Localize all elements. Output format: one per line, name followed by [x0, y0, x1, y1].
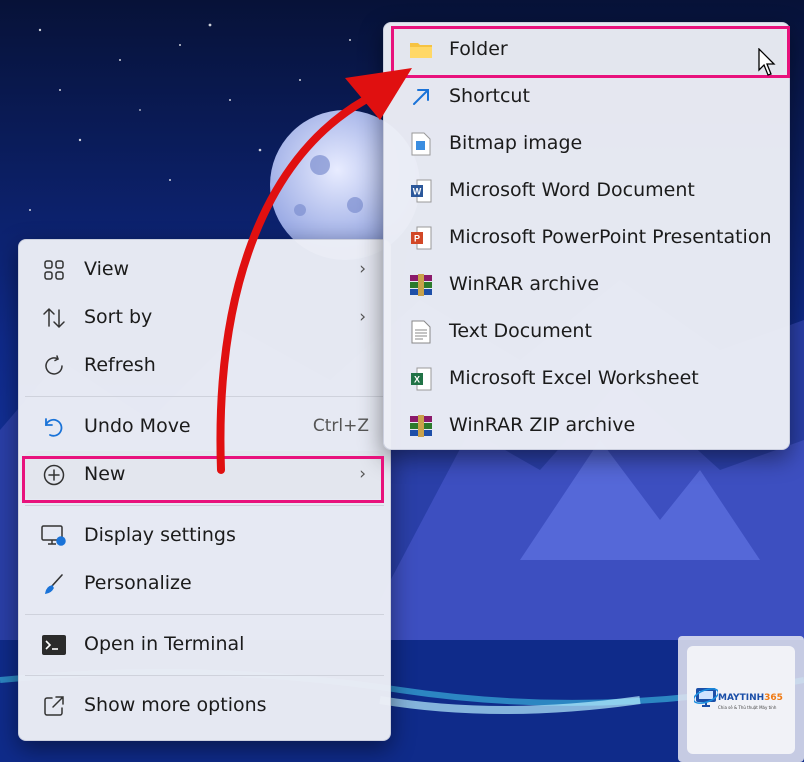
submenu-item-label: Text Document	[449, 320, 592, 342]
grid-icon	[41, 258, 67, 282]
refresh-icon	[41, 354, 67, 378]
shortcut-arrow-icon	[408, 85, 434, 109]
brush-icon	[41, 572, 67, 596]
submenu-item-excel-worksheet[interactable]: X Microsoft Excel Worksheet	[390, 356, 783, 403]
menu-item-label: Personalize	[84, 572, 192, 594]
submenu-item-label: Microsoft PowerPoint Presentation	[449, 226, 772, 248]
submenu-item-shortcut[interactable]: Shortcut	[390, 74, 783, 121]
mouse-cursor-icon	[758, 48, 776, 76]
menu-item-refresh[interactable]: Refresh	[25, 342, 384, 390]
menu-item-open-in-terminal[interactable]: Open in Terminal	[25, 621, 384, 669]
menu-item-display-settings[interactable]: Display settings	[25, 512, 384, 560]
maytinh365-watermark-logo: MAYTINH365 Chia sẻ & Thủ thuật Máy tính	[678, 636, 804, 762]
submenu-item-label: Microsoft Excel Worksheet	[449, 367, 699, 389]
menu-item-label: Refresh	[84, 354, 156, 376]
new-submenu: Folder Shortcut Bitmap image W Microsoft…	[383, 22, 790, 450]
svg-text:X: X	[414, 375, 420, 385]
menu-separator	[25, 396, 384, 397]
submenu-item-winrar-archive[interactable]: WinRAR archive	[390, 262, 783, 309]
chevron-right-icon: ›	[359, 259, 366, 279]
display-settings-icon	[41, 524, 67, 548]
watermark-brand-b: 365	[764, 693, 783, 703]
submenu-item-label: WinRAR archive	[449, 273, 600, 295]
menu-item-personalize[interactable]: Personalize	[25, 560, 384, 608]
submenu-item-folder[interactable]: Folder	[390, 27, 783, 74]
bitmap-file-icon	[408, 132, 434, 156]
word-icon: W	[408, 179, 434, 203]
undo-icon	[41, 415, 67, 439]
desktop-context-menu: View › Sort by › Refresh Undo Move Ctrl+…	[18, 239, 391, 741]
watermark-brand-a: MAYTINH	[718, 693, 765, 703]
submenu-item-bitmap-image[interactable]: Bitmap image	[390, 121, 783, 168]
powerpoint-icon: P	[408, 226, 434, 250]
terminal-icon	[41, 633, 67, 657]
submenu-item-label: Microsoft Word Document	[449, 179, 695, 201]
chevron-right-icon: ›	[359, 307, 366, 327]
menu-item-label: Undo Move	[84, 415, 191, 437]
submenu-item-word-document[interactable]: W Microsoft Word Document	[390, 168, 783, 215]
chevron-right-icon: ›	[359, 464, 366, 484]
submenu-item-text-document[interactable]: Text Document	[390, 309, 783, 356]
menu-item-label: Open in Terminal	[84, 633, 245, 655]
menu-separator	[25, 505, 384, 506]
external-link-icon	[41, 694, 67, 718]
menu-item-show-more-options[interactable]: Show more options	[25, 682, 384, 730]
watermark-brand: MAYTINH365	[718, 693, 783, 703]
plus-circle-icon	[41, 463, 67, 487]
computer-logo-icon	[694, 688, 718, 707]
submenu-item-label: Shortcut	[449, 85, 530, 107]
menu-item-label: Display settings	[84, 524, 236, 546]
menu-item-label: View	[84, 258, 130, 280]
submenu-item-winrar-zip-archive[interactable]: WinRAR ZIP archive	[390, 403, 783, 450]
winrar-zip-icon	[408, 414, 434, 438]
menu-item-label: New	[84, 463, 126, 485]
watermark-tagline: Chia sẻ & Thủ thuật Máy tính	[718, 705, 777, 710]
folder-icon	[408, 38, 434, 62]
excel-icon: X	[408, 367, 434, 391]
menu-separator	[25, 614, 384, 615]
shortcut-text: Ctrl+Z	[312, 416, 369, 436]
menu-separator	[25, 675, 384, 676]
menu-item-new[interactable]: New ›	[25, 451, 384, 499]
svg-text:P: P	[414, 234, 420, 244]
menu-item-undo-move[interactable]: Undo Move Ctrl+Z	[25, 403, 384, 451]
menu-item-label: Show more options	[84, 694, 267, 716]
sort-arrows-icon	[41, 306, 67, 330]
winrar-icon	[408, 273, 434, 297]
menu-item-label: Sort by	[84, 306, 153, 328]
menu-item-view[interactable]: View ›	[25, 246, 384, 294]
submenu-item-powerpoint-presentation[interactable]: P Microsoft PowerPoint Presentation	[390, 215, 783, 262]
menu-item-sort-by[interactable]: Sort by ›	[25, 294, 384, 342]
submenu-item-label: WinRAR ZIP archive	[449, 414, 636, 436]
submenu-item-label: Bitmap image	[449, 132, 583, 154]
text-file-icon	[408, 320, 434, 344]
submenu-item-label: Folder	[449, 38, 508, 60]
svg-text:W: W	[413, 187, 422, 197]
